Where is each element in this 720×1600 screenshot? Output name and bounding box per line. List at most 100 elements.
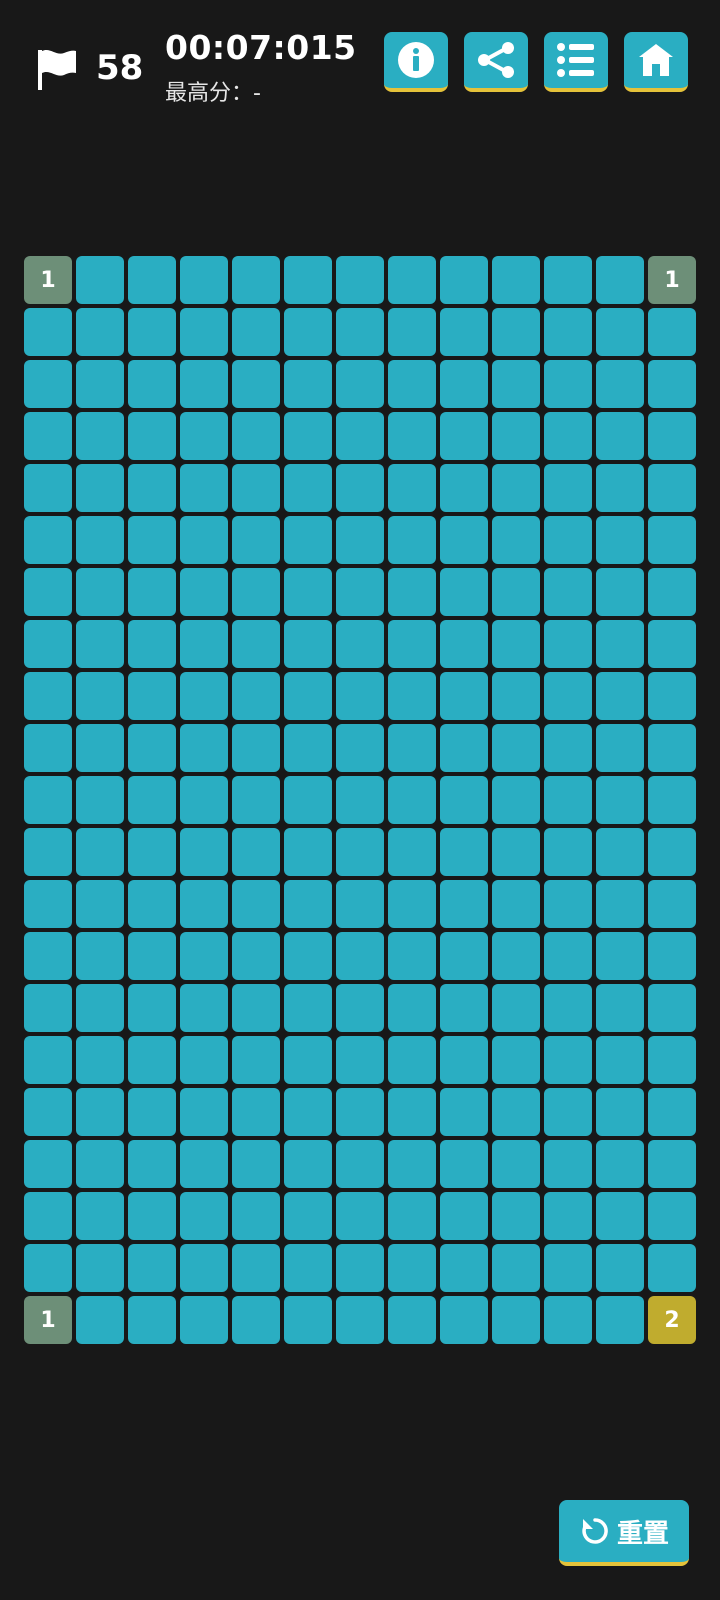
hidden-cell[interactable] [128, 1088, 176, 1136]
hidden-cell[interactable] [284, 1192, 332, 1240]
hidden-cell[interactable] [648, 412, 696, 460]
hidden-cell[interactable] [232, 516, 280, 564]
hidden-cell[interactable] [388, 932, 436, 980]
hidden-cell[interactable] [544, 932, 592, 980]
hidden-cell[interactable] [24, 932, 72, 980]
hidden-cell[interactable] [440, 412, 488, 460]
hidden-cell[interactable] [440, 1140, 488, 1188]
hidden-cell[interactable] [232, 672, 280, 720]
hidden-cell[interactable] [128, 568, 176, 616]
hidden-cell[interactable] [24, 1036, 72, 1084]
hidden-cell[interactable] [544, 880, 592, 928]
hidden-cell[interactable] [596, 360, 644, 408]
hidden-cell[interactable] [284, 828, 332, 876]
hidden-cell[interactable] [76, 256, 124, 304]
hidden-cell[interactable] [648, 360, 696, 408]
hidden-cell[interactable] [24, 360, 72, 408]
hidden-cell[interactable] [440, 360, 488, 408]
hidden-cell[interactable] [180, 308, 228, 356]
hidden-cell[interactable] [232, 1296, 280, 1344]
hidden-cell[interactable] [336, 464, 384, 512]
hidden-cell[interactable] [128, 1140, 176, 1188]
hidden-cell[interactable] [648, 1036, 696, 1084]
hidden-cell[interactable] [440, 776, 488, 824]
hidden-cell[interactable] [284, 880, 332, 928]
hidden-cell[interactable] [544, 360, 592, 408]
hidden-cell[interactable] [544, 568, 592, 616]
hidden-cell[interactable] [648, 1088, 696, 1136]
hidden-cell[interactable] [440, 1192, 488, 1240]
revealed-cell[interactable]: 1 [24, 1296, 72, 1344]
hidden-cell[interactable] [544, 308, 592, 356]
hidden-cell[interactable] [284, 932, 332, 980]
hidden-cell[interactable] [24, 984, 72, 1032]
hidden-cell[interactable] [128, 308, 176, 356]
hidden-cell[interactable] [492, 1296, 540, 1344]
revealed-cell[interactable]: 2 [648, 1296, 696, 1344]
hidden-cell[interactable] [336, 932, 384, 980]
hidden-cell[interactable] [180, 776, 228, 824]
hidden-cell[interactable] [648, 984, 696, 1032]
hidden-cell[interactable] [596, 308, 644, 356]
hidden-cell[interactable] [180, 1036, 228, 1084]
hidden-cell[interactable] [648, 1192, 696, 1240]
hidden-cell[interactable] [24, 308, 72, 356]
hidden-cell[interactable] [180, 568, 228, 616]
hidden-cell[interactable] [76, 360, 124, 408]
hidden-cell[interactable] [388, 516, 436, 564]
hidden-cell[interactable] [544, 1036, 592, 1084]
hidden-cell[interactable] [596, 516, 644, 564]
hidden-cell[interactable] [232, 932, 280, 980]
hidden-cell[interactable] [544, 984, 592, 1032]
hidden-cell[interactable] [128, 1036, 176, 1084]
hidden-cell[interactable] [24, 1140, 72, 1188]
hidden-cell[interactable] [596, 724, 644, 772]
hidden-cell[interactable] [388, 724, 436, 772]
hidden-cell[interactable] [232, 620, 280, 668]
hidden-cell[interactable] [596, 1192, 644, 1240]
hidden-cell[interactable] [128, 360, 176, 408]
hidden-cell[interactable] [648, 672, 696, 720]
hidden-cell[interactable] [648, 828, 696, 876]
hidden-cell[interactable] [492, 568, 540, 616]
hidden-cell[interactable] [336, 672, 384, 720]
hidden-cell[interactable] [180, 1244, 228, 1292]
hidden-cell[interactable] [596, 932, 644, 980]
hidden-cell[interactable] [284, 516, 332, 564]
hidden-cell[interactable] [128, 776, 176, 824]
hidden-cell[interactable] [544, 724, 592, 772]
hidden-cell[interactable] [180, 932, 228, 980]
hidden-cell[interactable] [284, 672, 332, 720]
hidden-cell[interactable] [596, 984, 644, 1032]
hidden-cell[interactable] [76, 724, 124, 772]
hidden-cell[interactable] [440, 984, 488, 1032]
hidden-cell[interactable] [336, 568, 384, 616]
hidden-cell[interactable] [76, 828, 124, 876]
hidden-cell[interactable] [128, 256, 176, 304]
hidden-cell[interactable] [648, 932, 696, 980]
hidden-cell[interactable] [284, 568, 332, 616]
hidden-cell[interactable] [76, 932, 124, 980]
hidden-cell[interactable] [24, 724, 72, 772]
hidden-cell[interactable] [440, 464, 488, 512]
hidden-cell[interactable] [180, 620, 228, 668]
hidden-cell[interactable] [76, 568, 124, 616]
hidden-cell[interactable] [232, 568, 280, 616]
hidden-cell[interactable] [388, 256, 436, 304]
hidden-cell[interactable] [388, 1088, 436, 1136]
hidden-cell[interactable] [232, 1192, 280, 1240]
hidden-cell[interactable] [284, 1140, 332, 1188]
hidden-cell[interactable] [336, 1192, 384, 1240]
hidden-cell[interactable] [232, 256, 280, 304]
hidden-cell[interactable] [232, 360, 280, 408]
hidden-cell[interactable] [492, 360, 540, 408]
hidden-cell[interactable] [388, 828, 436, 876]
hidden-cell[interactable] [336, 776, 384, 824]
hidden-cell[interactable] [180, 724, 228, 772]
hidden-cell[interactable] [284, 412, 332, 460]
hidden-cell[interactable] [648, 308, 696, 356]
hidden-cell[interactable] [440, 1244, 488, 1292]
hidden-cell[interactable] [648, 724, 696, 772]
hidden-cell[interactable] [232, 828, 280, 876]
hidden-cell[interactable] [180, 1088, 228, 1136]
